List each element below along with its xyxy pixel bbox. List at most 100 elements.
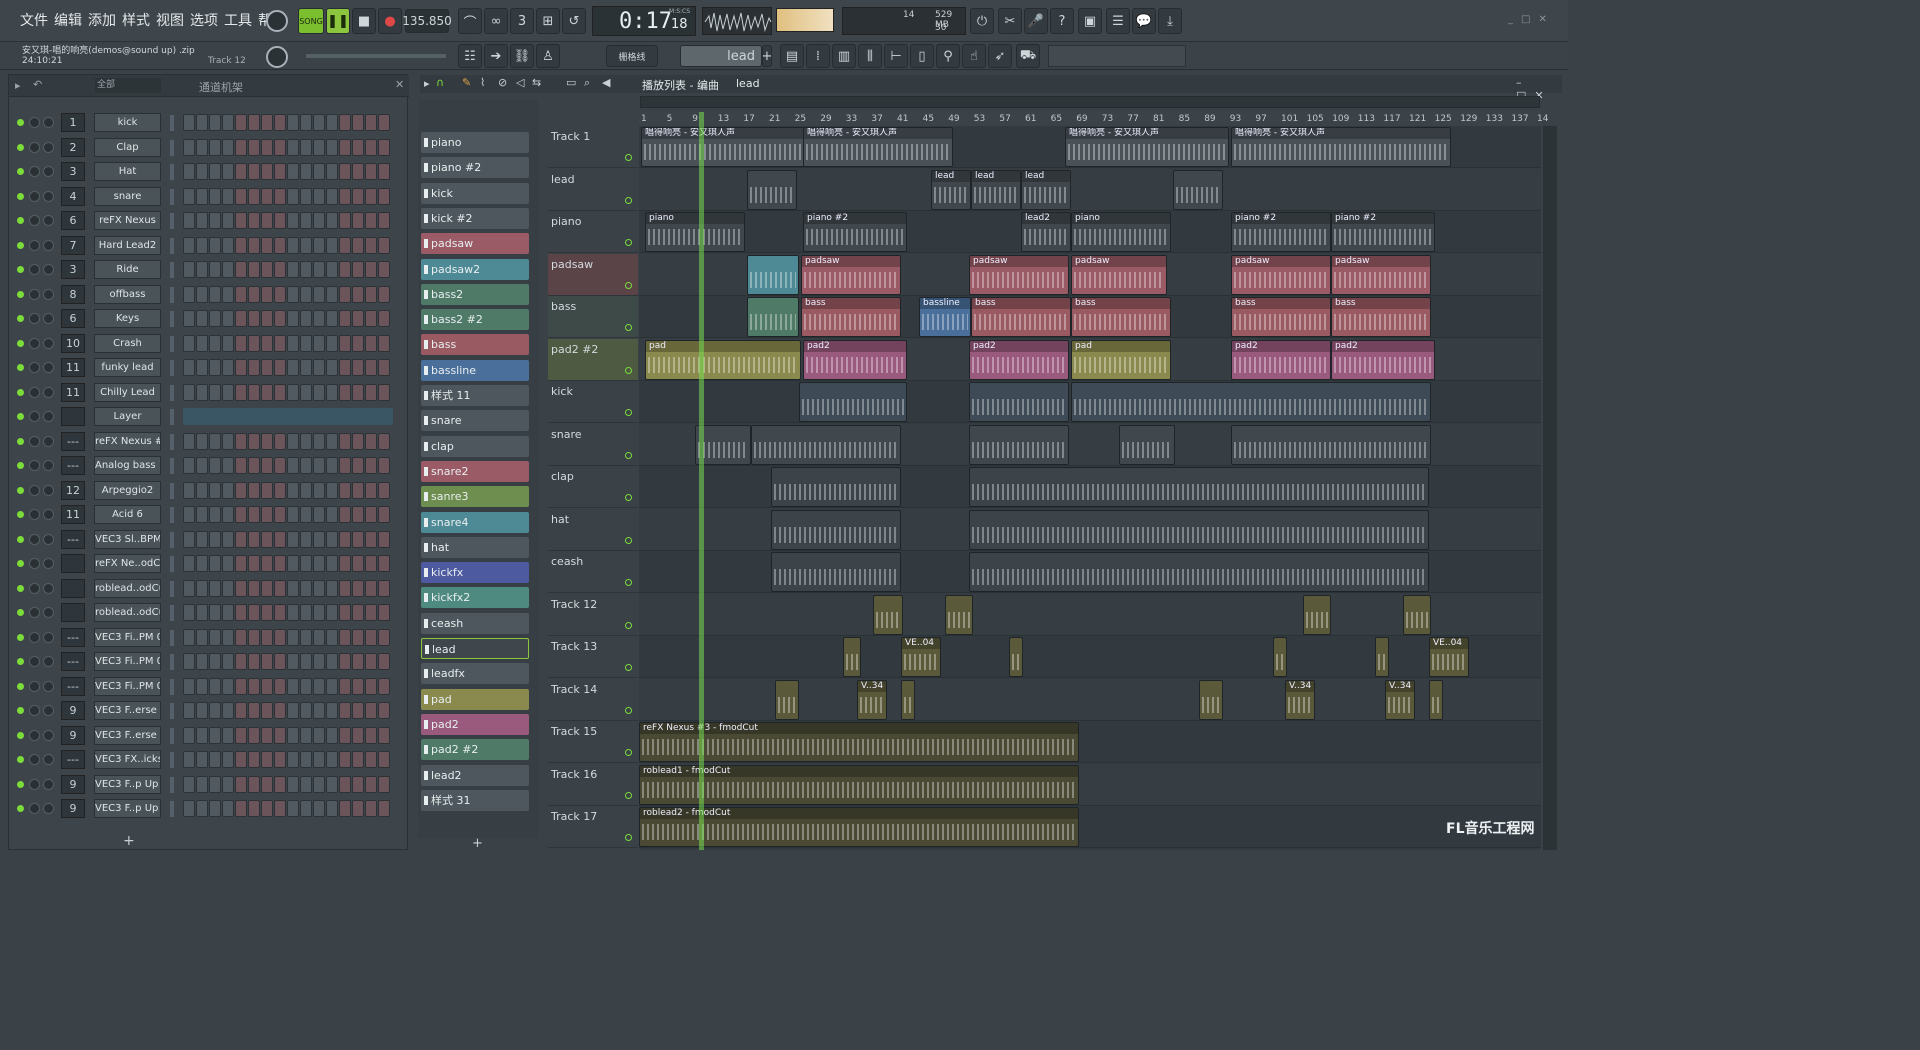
step-button[interactable]	[365, 334, 377, 352]
volume-knob[interactable]	[43, 582, 54, 594]
step-button[interactable]	[378, 506, 390, 523]
rack-close-icon[interactable]: ✕	[395, 78, 404, 91]
step-button[interactable]	[261, 457, 273, 474]
step-button[interactable]	[313, 432, 325, 450]
tempo-display[interactable]: 135.850	[402, 9, 452, 33]
step-button[interactable]	[183, 604, 195, 621]
mute-led[interactable]	[17, 633, 24, 641]
channel-name-button[interactable]: Crash	[94, 333, 161, 353]
pattern-item[interactable]: 样式 11	[421, 385, 529, 406]
step-button[interactable]	[183, 187, 195, 205]
step-edit-button[interactable]: ⊞	[536, 8, 560, 34]
step-button[interactable]	[196, 775, 208, 793]
pattern-item[interactable]: lead	[421, 638, 529, 659]
step-button[interactable]	[261, 726, 273, 744]
step-button[interactable]	[378, 187, 390, 205]
pan-knob[interactable]	[29, 239, 40, 251]
step-button[interactable]	[287, 212, 299, 229]
channel-select-bar[interactable]	[170, 262, 174, 278]
step-button[interactable]	[313, 310, 325, 327]
step-sequencer[interactable]	[183, 310, 390, 327]
step-button[interactable]	[209, 261, 221, 278]
pattern-item[interactable]: kickfx2	[421, 587, 529, 609]
pan-knob[interactable]	[29, 533, 40, 545]
step-button[interactable]	[196, 702, 208, 719]
play-button[interactable]: ❚❚	[326, 8, 350, 34]
step-button[interactable]	[248, 677, 260, 695]
step-button[interactable]	[274, 261, 286, 278]
mixer-view-button[interactable]: ⫼	[858, 44, 882, 68]
track-header[interactable]: ceash	[548, 551, 638, 593]
step-button[interactable]	[352, 138, 364, 156]
step-button[interactable]	[287, 457, 299, 474]
pan-knob[interactable]	[29, 386, 40, 398]
step-button[interactable]	[326, 628, 338, 646]
pan-knob[interactable]	[29, 411, 40, 422]
step-button[interactable]	[274, 555, 286, 572]
step-button[interactable]	[222, 285, 234, 303]
stamp-button[interactable]: ♙	[536, 44, 560, 68]
mute-led[interactable]	[17, 560, 24, 567]
project-button[interactable]: ▯	[910, 44, 934, 68]
step-button[interactable]	[248, 579, 260, 597]
step-button[interactable]	[209, 653, 221, 670]
step-sequencer[interactable]	[183, 702, 390, 719]
step-button[interactable]	[183, 432, 195, 450]
volume-knob[interactable]	[43, 166, 54, 177]
pan-knob[interactable]	[29, 607, 40, 618]
step-button[interactable]	[313, 114, 325, 131]
mute-led[interactable]	[17, 609, 24, 616]
mixer-track-number[interactable]: 3	[61, 260, 85, 279]
step-button[interactable]	[274, 432, 286, 450]
mixer-track-number[interactable]: 1	[61, 113, 85, 132]
step-button[interactable]	[326, 187, 338, 205]
channel-select-bar[interactable]	[170, 727, 174, 744]
step-button[interactable]	[352, 457, 364, 474]
step-sequencer[interactable]	[183, 604, 390, 621]
mute-led[interactable]	[17, 462, 24, 469]
track-mute-led[interactable]	[625, 579, 632, 586]
pattern-item[interactable]: bass2 #2	[421, 309, 529, 331]
channel-row[interactable]: roblead..odCut	[9, 601, 401, 625]
channel-select-bar[interactable]	[170, 507, 174, 523]
track-header[interactable]: Track 13	[548, 636, 638, 678]
track-mute-led[interactable]	[625, 239, 632, 246]
step-sequencer[interactable]	[183, 677, 390, 695]
pan-knob[interactable]	[29, 631, 40, 643]
mixer-track-number[interactable]: 9	[61, 774, 85, 794]
step-button[interactable]	[248, 383, 260, 401]
mute-led[interactable]	[17, 290, 24, 298]
step-button[interactable]	[261, 702, 273, 719]
step-button[interactable]	[235, 457, 247, 474]
audio-clip[interactable]	[1303, 594, 1331, 635]
add-pattern-button[interactable]: +	[762, 45, 772, 67]
timeline-ruler[interactable]: 1 5 9 13 17 21 25 29 33 37 41 45 49 53 57 61 65 69 73 77 81 8…	[639, 112, 1548, 126]
step-button[interactable]	[326, 481, 338, 499]
mute-led[interactable]	[17, 143, 24, 151]
step-sequencer[interactable]	[183, 653, 390, 670]
channel-select-bar[interactable]	[170, 139, 174, 156]
step-button[interactable]	[248, 310, 260, 327]
pattern-clip[interactable]: pad	[645, 339, 801, 380]
track-header[interactable]: Track 16	[548, 764, 638, 806]
step-button[interactable]	[209, 800, 221, 817]
touch-button[interactable]: ☝	[962, 44, 986, 68]
mute-led[interactable]	[17, 707, 24, 714]
channel-row[interactable]: --- VEC3 FX..icks 29	[9, 748, 401, 772]
channel-row[interactable]: --- reFX Nexus #2	[9, 430, 401, 454]
step-button[interactable]	[183, 359, 195, 376]
step-button[interactable]	[352, 628, 364, 646]
channel-select-bar[interactable]	[170, 360, 174, 376]
volume-knob[interactable]	[43, 411, 54, 422]
step-button[interactable]	[222, 334, 234, 352]
step-button[interactable]	[183, 138, 195, 156]
pattern-selector[interactable]: lead	[680, 45, 762, 67]
pattern-clip[interactable]	[747, 254, 799, 295]
step-button[interactable]	[378, 383, 390, 401]
pattern-clip[interactable]: bass	[1331, 297, 1431, 337]
step-button[interactable]	[261, 751, 273, 768]
pattern-clip[interactable]: piano	[1071, 212, 1171, 252]
volume-knob[interactable]	[43, 803, 54, 814]
step-button[interactable]	[222, 530, 234, 548]
step-button[interactable]	[365, 726, 377, 744]
